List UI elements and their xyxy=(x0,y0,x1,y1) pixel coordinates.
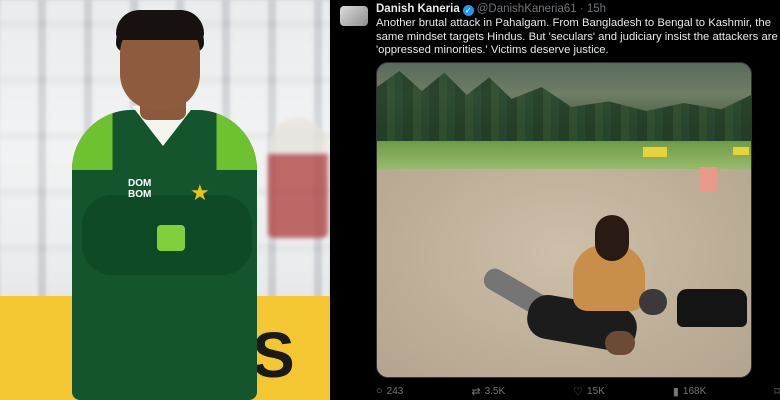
player-hair-top xyxy=(116,10,204,40)
verified-badge-icon: ✓ xyxy=(462,5,474,16)
retweet-button[interactable]: ⇄ 3.5K xyxy=(471,383,505,399)
seated-woman-head xyxy=(595,215,629,261)
tweet-time[interactable]: 15h xyxy=(587,3,606,15)
dirt-ground xyxy=(377,169,751,377)
yellow-tent xyxy=(643,147,667,157)
jersey-sponsor-line2: BOM xyxy=(128,189,152,200)
cricket-player: DOM BOM ★ xyxy=(62,10,267,400)
background-spectator xyxy=(268,118,328,238)
reply-button[interactable]: ○ 243 xyxy=(376,383,403,399)
reply-count: 243 xyxy=(386,385,404,397)
avatar[interactable] xyxy=(340,6,368,26)
pine-forest xyxy=(377,71,751,143)
tweet-media-image[interactable] xyxy=(376,62,752,378)
heart-icon: ♡ xyxy=(573,385,584,398)
backpack xyxy=(677,289,747,327)
views-button[interactable]: ▮ 168K xyxy=(673,383,706,399)
jersey-sponsor: DOM BOM xyxy=(128,178,151,200)
like-count: 15K xyxy=(587,385,605,397)
bar-chart-icon: ▮ xyxy=(672,385,679,398)
tweet-text: Another brutal attack in Pahalgam. From … xyxy=(376,17,778,56)
author-handle[interactable]: @DanishKaneria61 xyxy=(477,3,577,15)
tweet-actions: ○ 243 ⇄ 3.5K ♡ 15K ▮ 168K ⌑ xyxy=(376,383,780,399)
yellow-tent-small xyxy=(733,147,749,155)
helmet xyxy=(639,289,667,315)
jersey-sponsor-line1: DOM xyxy=(128,178,152,189)
bookmark-icon: ⌑ xyxy=(774,385,780,398)
lying-person-head xyxy=(605,331,635,355)
tweet-header: Danish Kaneria ✓ @DanishKaneria61 · 15h xyxy=(376,3,606,16)
tweet-card[interactable]: Danish Kaneria ✓ @DanishKaneria61 · 15h An… xyxy=(330,0,780,400)
like-button[interactable]: ♡ 15K xyxy=(573,383,605,399)
player-photo: S DOM BOM ★ xyxy=(0,0,330,400)
separator-dot: · xyxy=(579,3,584,15)
wristband xyxy=(157,225,185,251)
reply-icon: ○ xyxy=(376,385,383,397)
star-emblem-icon: ★ xyxy=(190,180,210,205)
retweet-icon: ⇄ xyxy=(471,385,481,398)
bookmark-button[interactable]: ⌑ xyxy=(774,383,780,399)
author-name[interactable]: Danish Kaneria xyxy=(376,3,460,15)
green-meadow xyxy=(377,141,751,171)
view-count: 168K xyxy=(682,385,707,397)
retweet-count: 3.5K xyxy=(484,385,506,397)
plastic-chair xyxy=(699,167,717,191)
